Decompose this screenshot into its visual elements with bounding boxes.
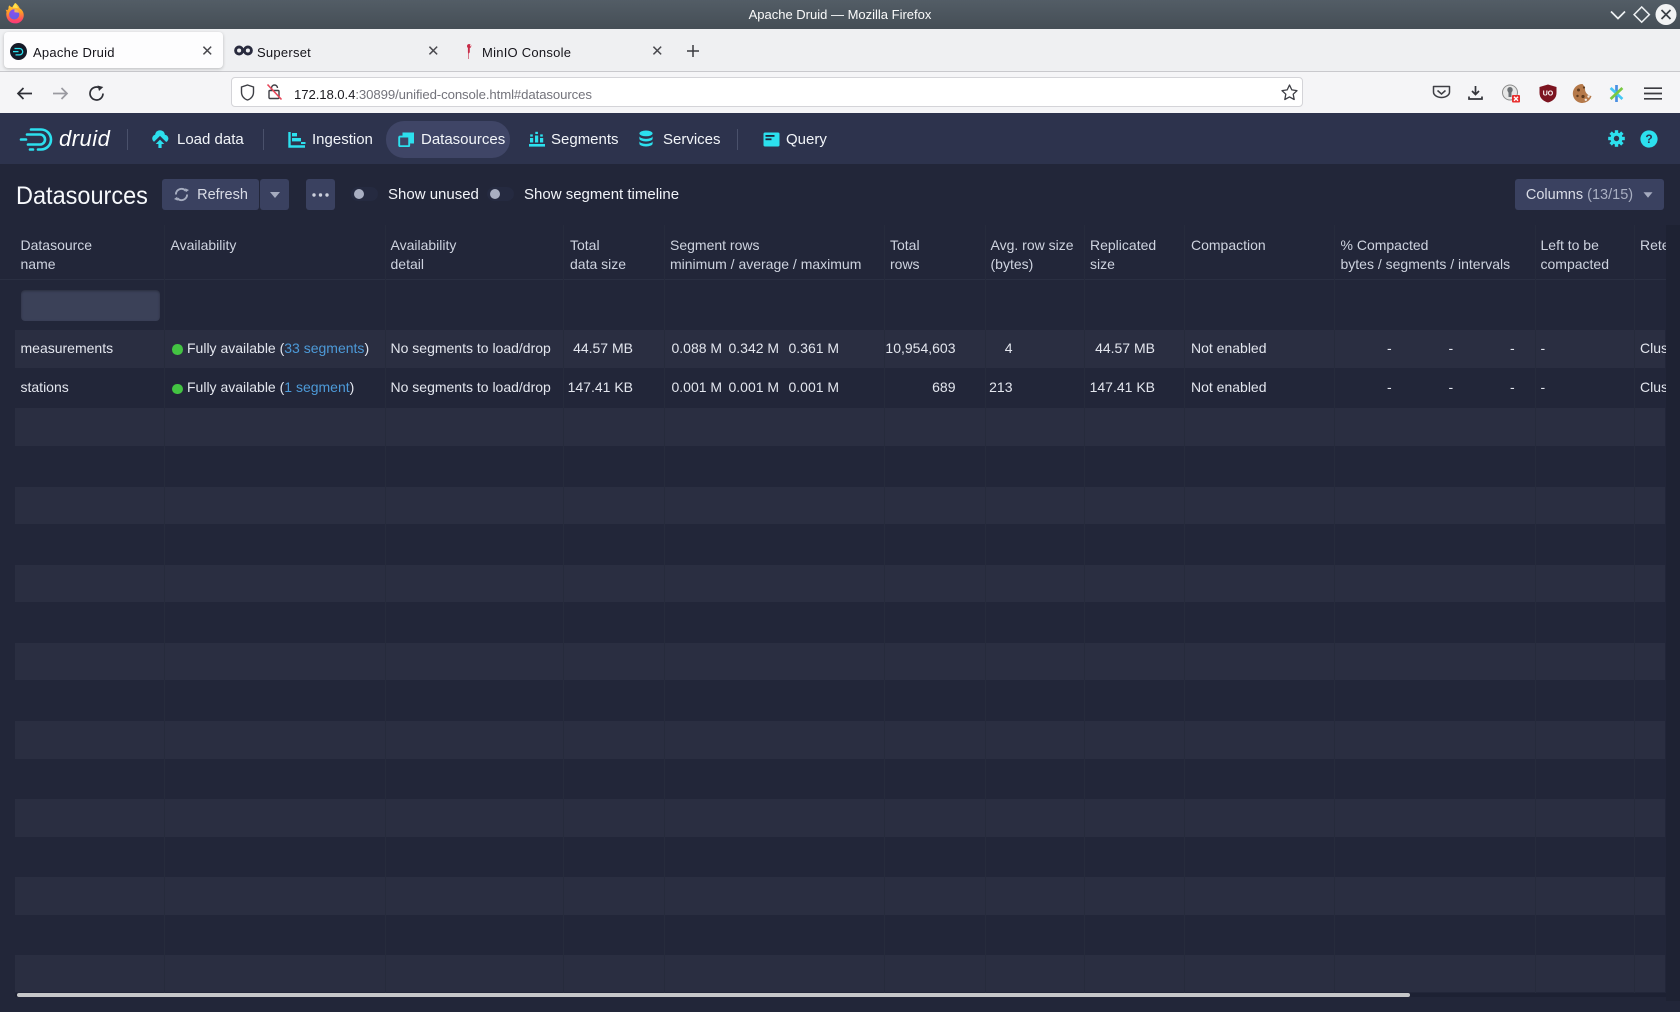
svg-text:UO: UO: [1543, 91, 1554, 98]
svg-text:?: ?: [1645, 132, 1652, 146]
